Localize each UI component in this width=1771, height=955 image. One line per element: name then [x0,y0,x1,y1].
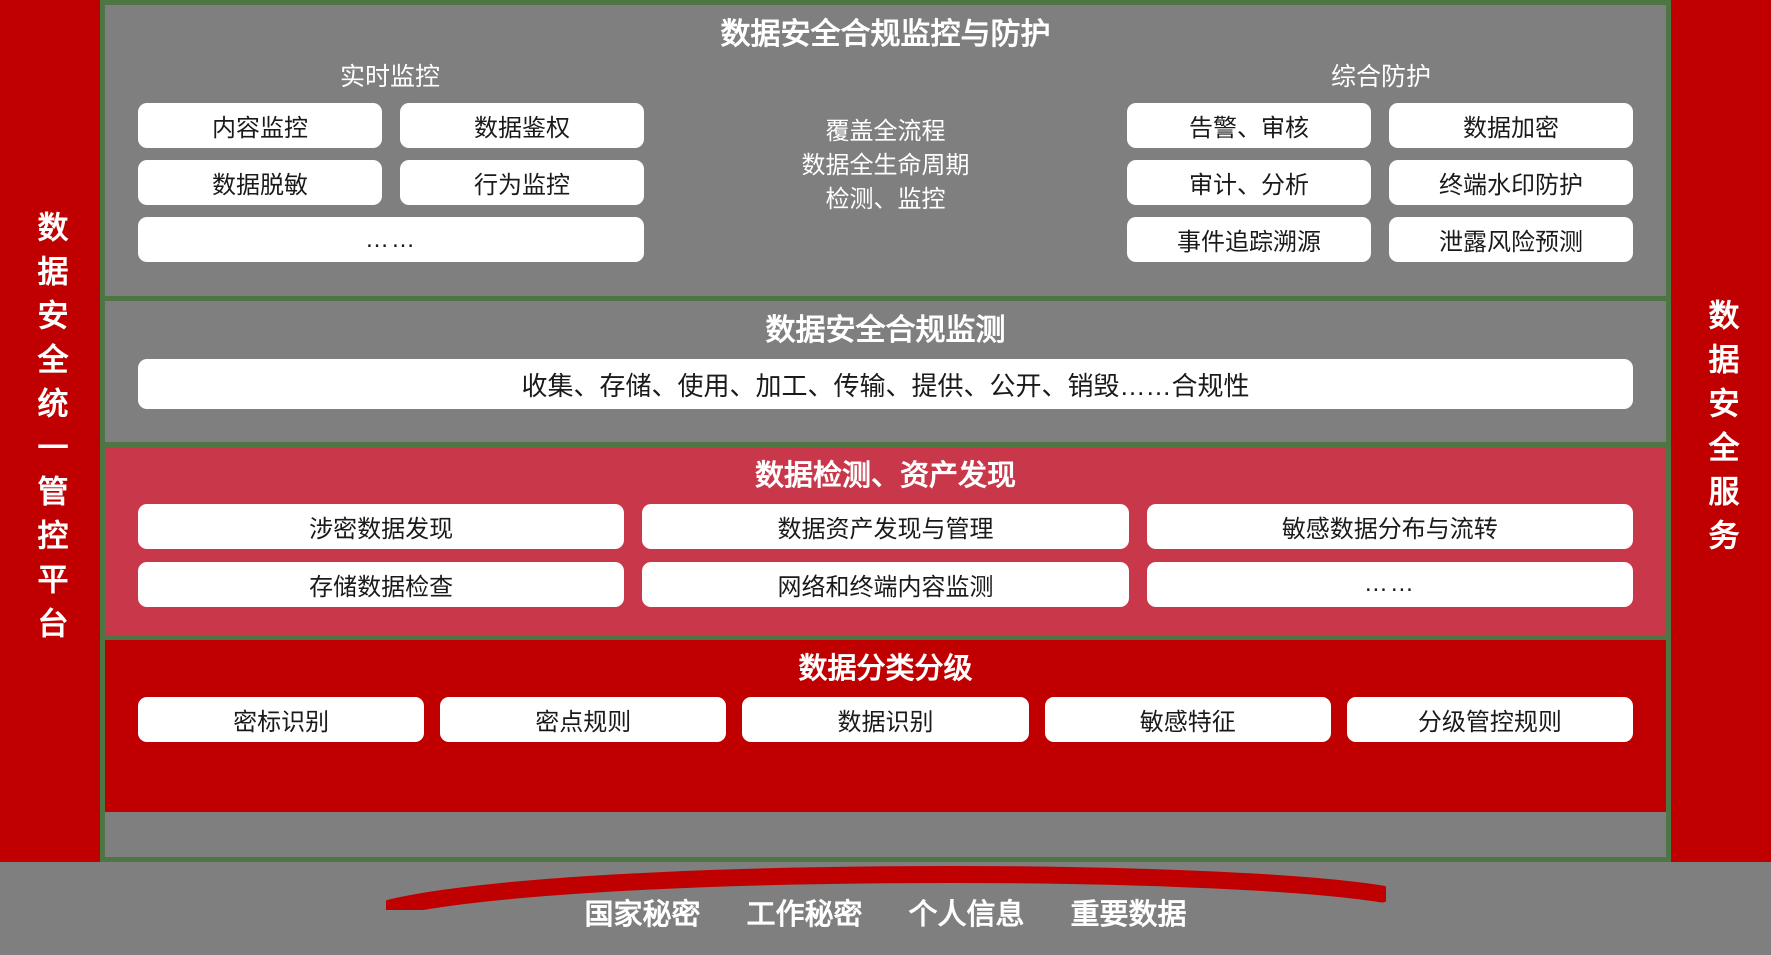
layer-monitoring-protection: 数据安全合规监控与防护 实时监控 综合防护 内容监控 数据鉴权 数据脱敏 行为监… [105,5,1666,301]
left-rail-platform: 数据安全统一管控平台 [0,0,105,862]
bottom-data-categories-bar: 国家秘密 工作秘密 个人信息 重要数据 [0,862,1771,955]
coverage-note-line-1: 覆盖全流程 [825,118,946,145]
bottom-label-important-data: 重要数据 [1070,899,1187,931]
layer-3-grid: 涉密数据发现 数据资产发现与管理 敏感数据分布与流转 存储数据检查 网络和终端内… [138,503,1633,607]
chip-alert-review[interactable]: 告警、审核 [1127,103,1371,148]
realtime-monitoring-chips: 内容监控 数据鉴权 数据脱敏 行为监控 …… [138,103,644,262]
subhead-comprehensive-protection: 综合防护 [1330,63,1431,91]
chip-classified-data-discovery[interactable]: 涉密数据发现 [138,503,625,549]
diagram-body: 数据安全统一管控平台 数据安全合规监控与防护 实时监控 综合防护 内容监控 数据… [0,0,1771,862]
chip-terminal-watermark-protection[interactable]: 终端水印防护 [1389,160,1633,205]
chip-leak-risk-prediction[interactable]: 泄露风险预测 [1389,217,1633,262]
chip-content-monitoring[interactable]: 内容监控 [138,103,382,148]
comprehensive-protection-chips: 告警、审核 数据加密 审计、分析 终端水印防护 事件追踪溯源 泄露风险预测 [1127,103,1633,262]
chip-lifecycle-compliance[interactable]: 收集、存储、使用、加工、传输、提供、公开、销毁……合规性 [138,359,1633,409]
realtime-monitoring-group: 内容监控 数据鉴权 数据脱敏 行为监控 …… [138,103,644,262]
chip-secret-point-rule[interactable]: 密点规则 [440,696,727,742]
chip-more-realtime[interactable]: …… [138,217,644,262]
layer-1-subheads: 实时监控 综合防护 [138,57,1633,103]
chip-behavior-monitoring[interactable]: 行为监控 [400,160,644,205]
right-rail-label: 数据安全服务 [1703,299,1739,563]
layer-detection-asset-discovery: 数据检测、资产发现 涉密数据发现 数据资产发现与管理 敏感数据分布与流转 存储数… [105,447,1666,640]
chip-data-authentication[interactable]: 数据鉴权 [400,103,644,148]
chip-data-asset-discovery-management[interactable]: 数据资产发现与管理 [642,503,1129,549]
coverage-note: 覆盖全流程 数据全生命周期 检测、监控 [644,103,1127,217]
layer-1-grid: 内容监控 数据鉴权 数据脱敏 行为监控 …… 覆盖全流程 数据全生命周期 检测、… [138,103,1633,262]
bottom-label-state-secret: 国家秘密 [584,899,701,931]
layer-4-title: 数据分类分级 [798,653,973,685]
layer-1-title: 数据安全合规监控与防护 [720,18,1051,51]
layer-classification-grading: 数据分类分级 密标识别 密点规则 数据识别 敏感特征 分级管控规则 [105,640,1666,812]
subhead-realtime-monitoring: 实时监控 [339,63,440,91]
chip-data-encryption[interactable]: 数据加密 [1389,103,1633,148]
left-rail-label: 数据安全统一管控平台 [32,211,68,651]
chip-incident-tracing[interactable]: 事件追踪溯源 [1127,217,1371,262]
right-rail-services: 数据安全服务 [1666,0,1771,862]
chip-audit-analysis[interactable]: 审计、分析 [1127,160,1371,205]
bottom-labels: 国家秘密 工作秘密 个人信息 重要数据 [584,891,1186,955]
coverage-note-line-2: 数据全生命周期 [801,152,970,180]
coverage-note-line-3: 检测、监控 [825,186,946,214]
layer-stack: 数据安全合规监控与防护 实时监控 综合防护 内容监控 数据鉴权 数据脱敏 行为监… [105,0,1666,862]
bottom-label-personal-information: 个人信息 [908,899,1025,931]
layer-2-title: 数据安全合规监测 [765,314,1006,347]
chip-sensitive-data-distribution-flow[interactable]: 敏感数据分布与流转 [1146,503,1633,549]
layer-compliance-monitoring: 数据安全合规监测 收集、存储、使用、加工、传输、提供、公开、销毁……合规性 [105,301,1666,447]
chip-data-desensitization[interactable]: 数据脱敏 [138,160,382,205]
chip-sensitive-feature[interactable]: 敏感特征 [1044,696,1331,742]
chip-grading-control-rule[interactable]: 分级管控规则 [1346,696,1634,742]
chip-stored-data-inspection[interactable]: 存储数据检查 [138,561,625,607]
architecture-diagram: 数据安全统一管控平台 数据安全合规监控与防护 实时监控 综合防护 内容监控 数据… [0,0,1771,955]
chip-secret-mark-recognition[interactable]: 密标识别 [138,696,425,742]
chip-network-terminal-content-monitoring[interactable]: 网络和终端内容监测 [642,561,1129,607]
layer-4-grid: 密标识别 密点规则 数据识别 敏感特征 分级管控规则 [138,696,1634,742]
chip-data-recognition[interactable]: 数据识别 [742,696,1029,742]
layer-3-title: 数据检测、资产发现 [754,460,1016,492]
chip-more-detection[interactable]: …… [1146,561,1633,607]
comprehensive-protection-group: 告警、审核 数据加密 审计、分析 终端水印防护 事件追踪溯源 泄露风险预测 [1127,103,1633,262]
bottom-label-work-secret: 工作秘密 [746,899,863,931]
